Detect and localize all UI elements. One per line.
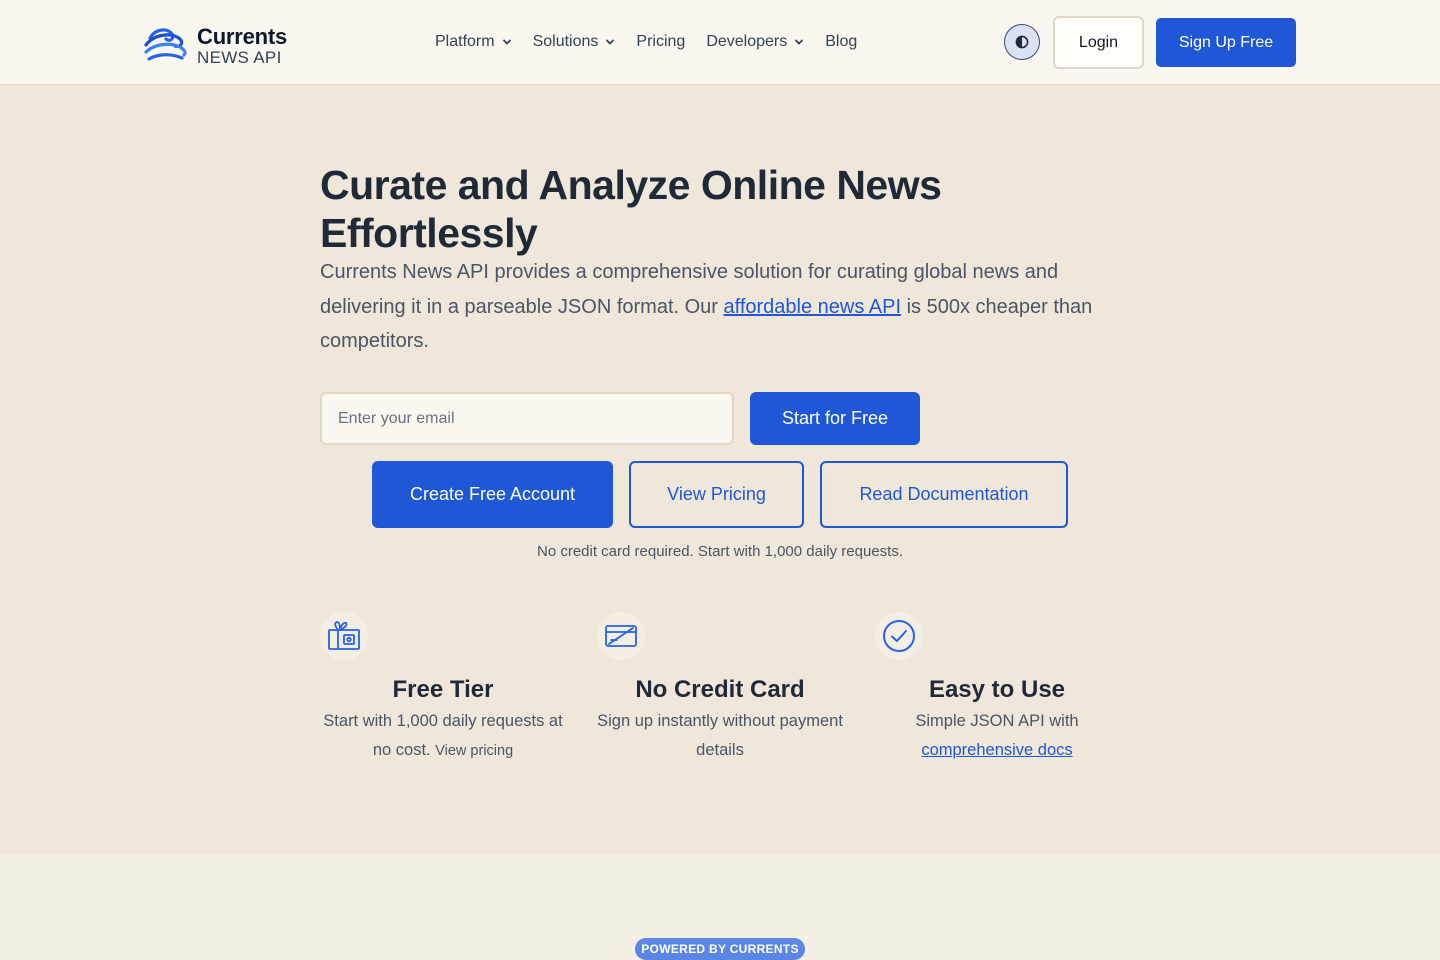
hero-section: Curate and Analyze Online News Effortles… — [0, 85, 1440, 854]
email-input[interactable] — [320, 392, 734, 445]
gift-icon — [320, 612, 368, 660]
comprehensive-docs-link[interactable]: comprehensive docs — [921, 741, 1072, 759]
nav-item-solutions[interactable]: Solutions — [533, 33, 616, 51]
feature-text: Sign up instantly without payment detail… — [597, 712, 843, 759]
nav-item-pricing[interactable]: Pricing — [636, 33, 685, 51]
logo-sub: NEWS API — [197, 47, 282, 67]
affordable-api-link[interactable]: affordable news API — [724, 296, 902, 318]
feature-title: Free Tier — [392, 676, 494, 703]
page-title: Curate and Analyze Online News Effortles… — [320, 162, 942, 256]
feature-text: Start with 1,000 daily requests at no co… — [318, 707, 568, 766]
nav-item-developers[interactable]: Developers — [706, 33, 804, 51]
view-pricing-link[interactable]: View pricing — [435, 743, 513, 759]
feature-title: No Credit Card — [635, 676, 805, 703]
start-for-free-button[interactable]: Start for Free — [750, 392, 920, 445]
chevron-down-icon — [606, 39, 615, 45]
powered-by-badge: POWERED BY CURRENTS — [635, 938, 805, 960]
logo-name: Currents — [197, 23, 288, 49]
feature-text: Simple JSON API with comprehensive docs — [872, 707, 1122, 765]
create-account-button[interactable]: Create Free Account — [372, 461, 613, 528]
nav-label: Solutions — [532, 33, 599, 50]
credit-card-off-icon — [597, 612, 645, 660]
logo[interactable]: Currents NEWS API — [144, 22, 287, 69]
read-documentation-button[interactable]: Read Documentation — [820, 461, 1068, 528]
hero-note: No credit card required. Start with 1,00… — [536, 543, 903, 560]
nav-label: Platform — [435, 33, 495, 50]
feature-body: Simple JSON API with — [915, 712, 1079, 730]
nav-label: Pricing — [636, 33, 686, 50]
contrast-icon — [1015, 35, 1029, 49]
chevron-down-icon — [502, 39, 511, 45]
site-header: Currents NEWS API Platform Solutions Pri… — [0, 0, 1440, 85]
wave-logo-icon — [144, 22, 188, 69]
nav-label: Developers — [706, 33, 788, 50]
login-button[interactable]: Login — [1053, 16, 1144, 69]
nav-label: Blog — [825, 33, 858, 50]
theme-toggle-button[interactable] — [1004, 24, 1040, 60]
hero-description: Currents News API provides a comprehensi… — [320, 255, 1120, 359]
check-circle-icon — [875, 612, 923, 660]
sign-up-button[interactable]: Sign Up Free — [1156, 18, 1296, 67]
feature-title: Easy to Use — [928, 676, 1066, 703]
nav-item-platform[interactable]: Platform — [435, 33, 512, 51]
nav-item-blog[interactable]: Blog — [825, 33, 857, 51]
chevron-down-icon — [795, 39, 804, 45]
view-pricing-button[interactable]: View Pricing — [629, 461, 804, 528]
main-nav: Platform Solutions Pricing Developers Bl… — [435, 33, 878, 51]
